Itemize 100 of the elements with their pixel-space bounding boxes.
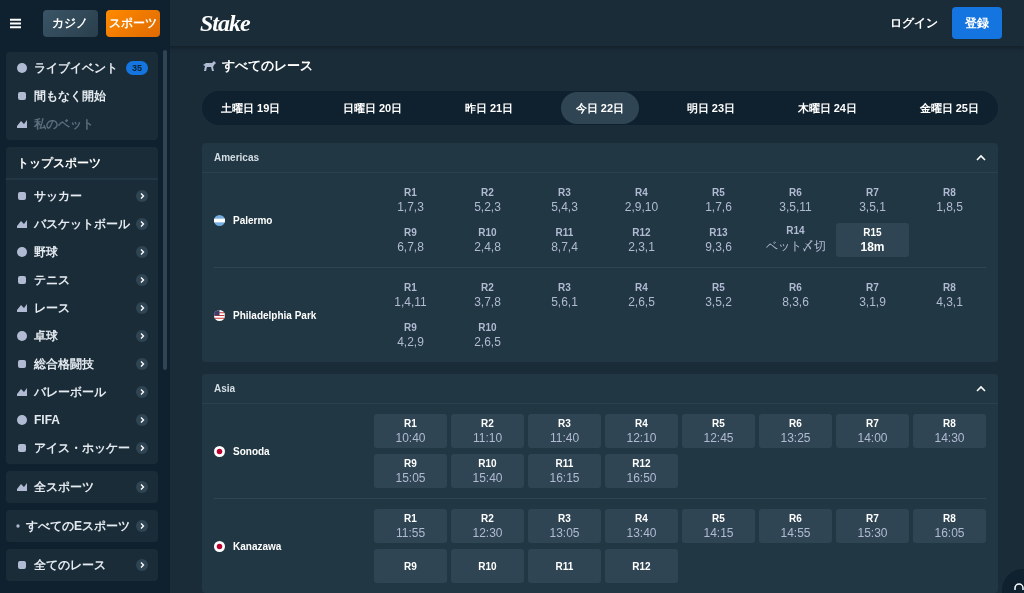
chevron-icon xyxy=(136,520,148,532)
race-button[interactable]: R10 15:40 xyxy=(451,454,524,488)
sidebar-item-label: 卓球 xyxy=(34,327,58,345)
track-name[interactable]: Kanazawa xyxy=(233,540,282,552)
chevron-icon xyxy=(136,190,148,202)
sidebar-item[interactable]: 卓球 xyxy=(6,322,158,350)
scrollbar[interactable] xyxy=(163,50,167,370)
race-button[interactable]: R12 2,3,1 xyxy=(605,223,678,257)
race-button[interactable]: R12 xyxy=(605,549,678,583)
race-button[interactable]: R10 2,6,5 xyxy=(451,318,524,352)
race-button[interactable]: R2 5,2,3 xyxy=(451,183,524,217)
race-button[interactable]: R9 4,2,9 xyxy=(374,318,447,352)
race-button[interactable]: R6 14:55 xyxy=(759,509,832,543)
race-button[interactable]: R10 xyxy=(451,549,524,583)
race-button[interactable]: R8 1,8,5 xyxy=(913,183,986,217)
race-button[interactable]: R4 2,6,5 xyxy=(605,278,678,312)
chevron-icon xyxy=(136,302,148,314)
race-button[interactable]: R3 11:40 xyxy=(528,414,601,448)
chevron-icon[interactable] xyxy=(976,385,986,392)
sidebar-item[interactable]: バレーボール xyxy=(6,378,158,406)
race-button[interactable]: R7 3,1,9 xyxy=(836,278,909,312)
race-button[interactable]: R8 4,3,1 xyxy=(913,278,986,312)
sidebar-item-label: 全スポーツ xyxy=(34,478,94,496)
date-tab[interactable]: 金曜日 25日 xyxy=(904,92,994,125)
sidebar-item-label: 間もなく開始 xyxy=(34,87,106,105)
race-button[interactable]: R5 1,7,6 xyxy=(682,183,755,217)
race-button[interactable]: R14 ベット〆切 xyxy=(759,223,832,257)
race-button[interactable]: R1 11:55 xyxy=(374,509,447,543)
race-button[interactable]: R13 9,3,6 xyxy=(682,223,755,257)
race-button[interactable]: R9 15:05 xyxy=(374,454,447,488)
logo[interactable]: Stake xyxy=(200,9,250,37)
flag-icon xyxy=(214,309,225,321)
race-button[interactable]: R2 12:30 xyxy=(451,509,524,543)
race-button[interactable]: R4 12:10 xyxy=(605,414,678,448)
race-button[interactable]: R1 1,4,11 xyxy=(374,278,447,312)
race-button[interactable]: R11 16:15 xyxy=(528,454,601,488)
race-button[interactable]: R11 xyxy=(528,549,601,583)
date-tab[interactable]: 今日 22日 xyxy=(560,92,640,125)
track-name[interactable]: Palermo xyxy=(233,214,273,226)
menu-icon[interactable] xyxy=(10,17,22,29)
date-tab[interactable]: 昨日 21日 xyxy=(449,92,529,125)
sidebar-item[interactable]: 間もなく開始 xyxy=(6,82,158,110)
date-tab[interactable]: 木曜日 24日 xyxy=(782,92,872,125)
race-button[interactable]: R7 14:00 xyxy=(836,414,909,448)
race-button[interactable]: R9 6,7,8 xyxy=(374,223,447,257)
nav-tab[interactable]: カジノ xyxy=(43,9,98,37)
race-button[interactable]: R3 5,4,3 xyxy=(528,183,601,217)
track-name[interactable]: Sonoda xyxy=(233,445,270,457)
date-tab[interactable]: 明日 23日 xyxy=(671,92,751,125)
race-button[interactable]: R15 18m xyxy=(836,223,909,257)
race-button[interactable]: R3 5,6,1 xyxy=(528,278,601,312)
race-button[interactable]: R1 10:40 xyxy=(374,414,447,448)
sidebar-item[interactable]: ライブイベント 35 xyxy=(6,54,158,82)
sidebar-item[interactable]: アイス・ホッケー xyxy=(6,434,158,462)
sidebar-item[interactable]: 総合格闘技 xyxy=(6,350,158,378)
race-button[interactable]: R2 3,7,8 xyxy=(451,278,524,312)
sidebar-item[interactable]: テニス xyxy=(6,266,158,294)
race-button[interactable]: R5 3,5,2 xyxy=(682,278,755,312)
race-button[interactable]: R10 2,4,8 xyxy=(451,223,524,257)
race-button[interactable]: R7 15:30 xyxy=(836,509,909,543)
race-button[interactable]: R7 3,5,1 xyxy=(836,183,909,217)
race-button[interactable]: R9 xyxy=(374,549,447,583)
flag-icon xyxy=(214,445,225,457)
sidebar-item-label: 野球 xyxy=(34,243,58,261)
chevron-icon xyxy=(136,386,148,398)
race-button[interactable]: R4 13:40 xyxy=(605,509,678,543)
race-button[interactable]: R6 8,3,6 xyxy=(759,278,832,312)
race-button[interactable]: R2 11:10 xyxy=(451,414,524,448)
chevron-icon xyxy=(136,330,148,342)
date-tab[interactable]: 土曜日 19日 xyxy=(206,92,296,125)
race-button[interactable]: R5 12:45 xyxy=(682,414,755,448)
race-button[interactable]: R8 14:30 xyxy=(913,414,986,448)
sidebar-item[interactable]: 野球 xyxy=(6,238,158,266)
sidebar-item[interactable]: レース xyxy=(6,294,158,322)
chevron-icon xyxy=(136,358,148,370)
chevron-icon[interactable] xyxy=(976,154,986,161)
race-button[interactable]: R6 3,5,11 xyxy=(759,183,832,217)
race-button[interactable]: R12 16:50 xyxy=(605,454,678,488)
register-button[interactable]: 登録 xyxy=(952,7,1002,39)
race-button[interactable]: R4 2,9,10 xyxy=(605,183,678,217)
race-button[interactable]: R6 13:25 xyxy=(759,414,832,448)
page-title: すべてのレース xyxy=(222,56,313,75)
sidebar-item[interactable]: 全てのレース xyxy=(6,551,158,579)
race-button[interactable]: R11 8,7,4 xyxy=(528,223,601,257)
sidebar-item[interactable]: すべてのEスポーツ xyxy=(6,512,158,540)
headset-icon xyxy=(1014,583,1024,593)
chevron-icon xyxy=(136,481,148,493)
race-button[interactable]: R8 16:05 xyxy=(913,509,986,543)
horse-icon xyxy=(202,60,216,71)
sidebar-item[interactable]: バスケットボール xyxy=(6,210,158,238)
login-button[interactable]: ログイン xyxy=(876,6,952,40)
sidebar-item-label: バレーボール xyxy=(34,383,106,401)
sidebar-item[interactable]: サッカー xyxy=(6,182,158,210)
track-name[interactable]: Philadelphia Park xyxy=(233,309,317,321)
race-button[interactable]: R1 1,7,3 xyxy=(374,183,447,217)
sidebar-item[interactable]: FIFA xyxy=(6,406,158,434)
race-button[interactable]: R5 14:15 xyxy=(682,509,755,543)
sidebar-item[interactable]: 全スポーツ xyxy=(6,473,158,501)
date-tab[interactable]: 日曜日 20日 xyxy=(327,92,418,125)
race-button[interactable]: R3 13:05 xyxy=(528,509,601,543)
